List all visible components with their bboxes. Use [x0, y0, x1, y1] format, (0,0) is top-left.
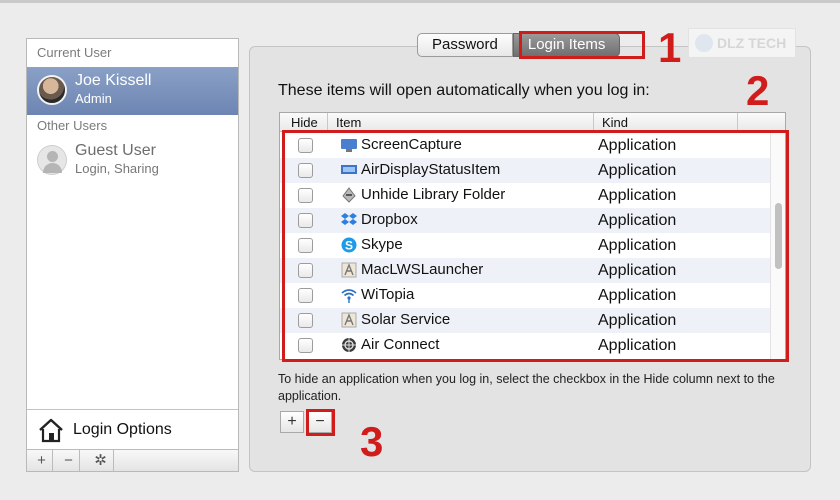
item-name: Dropbox: [361, 211, 418, 228]
table-row[interactable]: AirDisplayStatusItem Application: [280, 158, 770, 183]
hide-checkbox[interactable]: [298, 238, 313, 253]
wifi-icon: [341, 289, 357, 303]
hide-checkbox[interactable]: [298, 338, 313, 353]
window-top-edge: [0, 0, 840, 3]
hide-checkbox[interactable]: [298, 163, 313, 178]
annotation-number-3: 3: [360, 418, 384, 465]
hide-checkbox[interactable]: [298, 263, 313, 278]
item-kind: Application: [598, 187, 677, 204]
guest-role: Login, Sharing: [75, 161, 159, 176]
item-name: Air Connect: [361, 336, 440, 353]
item-kind: Application: [598, 212, 677, 229]
item-name: Skype: [361, 236, 403, 253]
item-name: Solar Service: [361, 311, 451, 328]
column-divider: [327, 113, 328, 132]
annotation-number-1: 1: [658, 24, 682, 71]
column-hide[interactable]: Hide: [291, 115, 318, 130]
item-kind: Application: [598, 162, 677, 179]
column-kind[interactable]: Kind: [602, 115, 628, 130]
dropbox-icon: [341, 213, 357, 225]
item-kind: Application: [598, 237, 677, 254]
column-item[interactable]: Item: [336, 115, 361, 130]
hide-checkbox[interactable]: [298, 313, 313, 328]
login-options-label: Login Options: [73, 421, 172, 438]
login-items-table: Hide Item Kind ScreenCapture Application…: [279, 112, 786, 360]
air-display-icon: [341, 165, 357, 174]
hide-checkbox[interactable]: [298, 213, 313, 228]
script-icon: [342, 187, 356, 203]
air-connect-icon: [342, 338, 356, 352]
user-role: Admin: [75, 91, 112, 106]
column-divider: [737, 113, 738, 132]
table-row[interactable]: Air Connect Application: [280, 333, 770, 358]
skype-icon: S: [341, 237, 357, 253]
svg-text:S: S: [345, 239, 353, 253]
login-options-item[interactable]: Login Options: [27, 409, 238, 449]
annotation-number-2: 2: [746, 67, 770, 114]
users-sidebar: Current User Joe Kissell Admin Other Use…: [26, 38, 239, 472]
table-row[interactable]: ScreenCapture Application: [280, 133, 770, 158]
table-row[interactable]: WiTopia Application: [280, 283, 770, 308]
item-name: MacLWSLauncher: [361, 261, 484, 278]
user-row-guest[interactable]: Guest User Login, Sharing: [27, 137, 238, 185]
add-login-item-button[interactable]: +: [280, 411, 304, 433]
table-header: Hide Item Kind: [280, 113, 785, 132]
item-name: AirDisplayStatusItem: [361, 161, 501, 178]
other-users-label: Other Users: [37, 118, 108, 133]
tab-login-items[interactable]: Login Items: [512, 33, 621, 57]
guest-name: Guest User: [75, 142, 156, 159]
table-row[interactable]: MacLWSLauncher Application: [280, 258, 770, 283]
user-avatar: [37, 75, 67, 105]
remove-login-item-button[interactable]: −: [308, 411, 332, 433]
screen-capture-icon: [341, 139, 357, 152]
house-icon: [39, 418, 63, 443]
hide-checkbox[interactable]: [298, 188, 313, 203]
hide-checkbox[interactable]: [298, 138, 313, 153]
current-user-label: Current User: [37, 45, 112, 60]
intro-text: These items will open automatically when…: [278, 82, 650, 99]
user-row-joe-kissell[interactable]: Joe Kissell Admin: [27, 67, 238, 115]
hide-checkbox[interactable]: [298, 288, 313, 303]
hint-text: To hide an application when you log in, …: [278, 372, 775, 403]
table-row[interactable]: S Skype Application: [280, 233, 770, 258]
user-name: Joe Kissell: [75, 72, 152, 89]
item-kind: Application: [598, 262, 677, 279]
sidebar-button-bar: + − ✲: [27, 449, 238, 471]
remove-user-button[interactable]: −: [58, 450, 80, 471]
tab-password[interactable]: Password: [417, 33, 513, 57]
item-kind: Application: [598, 337, 677, 354]
generic-app-icon: [341, 262, 357, 278]
add-user-button[interactable]: +: [31, 450, 53, 471]
item-name: ScreenCapture: [361, 136, 462, 153]
column-divider: [593, 113, 594, 132]
item-name: WiTopia: [361, 286, 415, 303]
gear-icon[interactable]: ✲: [88, 450, 114, 471]
guest-avatar-icon: [37, 145, 67, 175]
item-kind: Application: [598, 312, 677, 329]
item-kind: Application: [598, 137, 677, 154]
tab-bar: Password Login Items: [417, 33, 621, 57]
item-name: Unhide Library Folder: [361, 186, 506, 203]
table-row[interactable]: Solar Service Application: [280, 308, 770, 333]
table-row[interactable]: Dropbox Application: [280, 208, 770, 233]
item-kind: Application: [598, 287, 677, 304]
watermark-logo: DLZ TECH: [688, 28, 796, 58]
table-row[interactable]: Unhide Library Folder Application: [280, 183, 770, 208]
generic-app-icon: [341, 312, 357, 328]
vertical-scrollbar[interactable]: [770, 133, 785, 359]
scrollbar-thumb[interactable]: [775, 203, 782, 269]
